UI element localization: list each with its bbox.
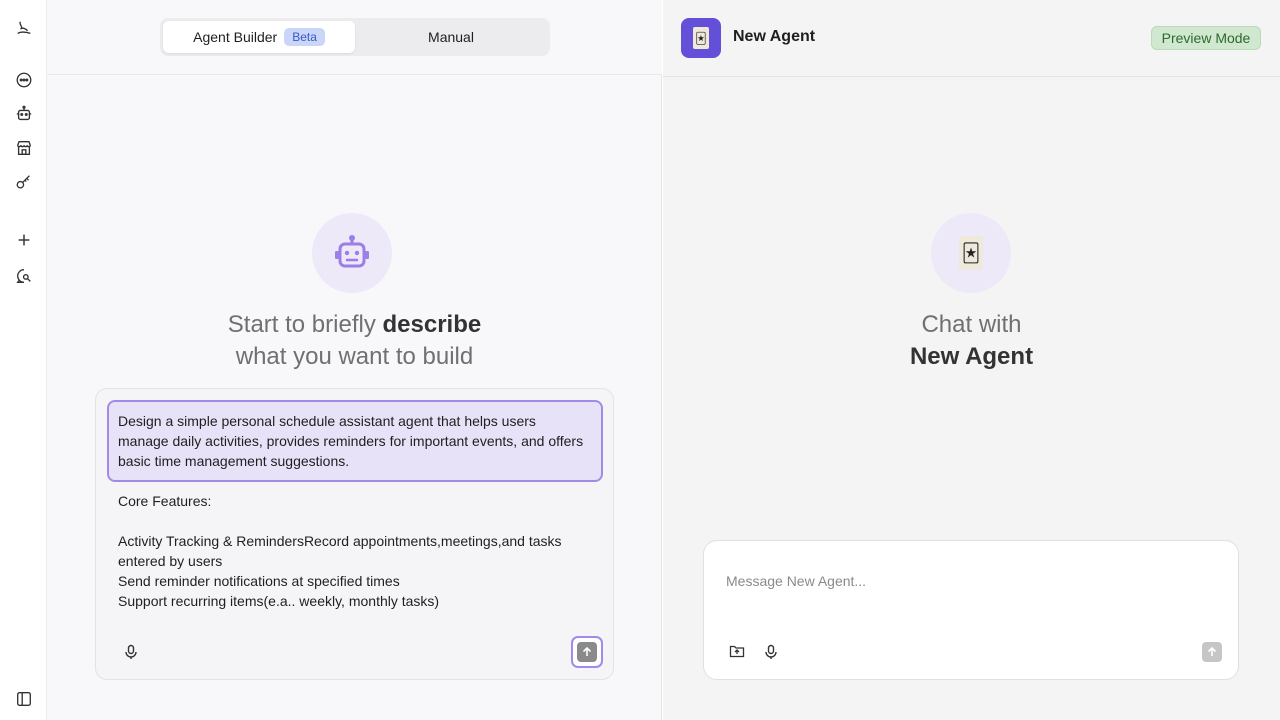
beta-badge: Beta <box>284 28 325 46</box>
prompt-line-1: Activity Tracking & RemindersRecord appo… <box>118 533 562 569</box>
message-box[interactable]: Message New Agent... <box>703 540 1239 680</box>
microphone-icon[interactable] <box>120 641 142 663</box>
panel-toggle-icon[interactable] <box>11 686 37 712</box>
agent-hero-name: New Agent <box>909 343 1034 370</box>
submit-button[interactable] <box>571 636 603 668</box>
prompt-composer[interactable]: Design a simple personal schedule assist… <box>95 388 614 680</box>
tab-manual-label: Manual <box>428 29 474 45</box>
agent-name: New Agent <box>733 28 816 45</box>
agent-builder-panel: Agent Builder Beta Manual Start to brief… <box>47 0 662 720</box>
sidebar <box>0 0 47 720</box>
hero-line-1-prefix: Start to briefly <box>227 311 383 338</box>
agent-hero-avatar: 🃏 <box>931 213 1011 293</box>
preview-mode-badge: Preview Mode <box>1151 26 1261 50</box>
tab-manual[interactable]: Manual <box>355 21 547 53</box>
tab-agent-builder-label: Agent Builder <box>193 29 278 45</box>
joker-card-icon: 🃏 <box>693 27 709 49</box>
microphone-icon[interactable] <box>760 641 782 663</box>
robot-avatar <box>312 213 392 293</box>
builder-hero-text: Start to briefly describe what you want … <box>47 309 662 373</box>
hero-line-2: what you want to build <box>235 343 474 370</box>
prompt-heading: Core Features: <box>118 493 212 509</box>
key-icon[interactable] <box>11 169 37 195</box>
logo-icon[interactable] <box>11 15 37 41</box>
preview-hero-text: Chat with New Agent <box>663 309 1280 373</box>
arrow-up-icon <box>1207 646 1217 656</box>
hero-line-1-bold: describe <box>382 311 482 338</box>
prompt-line-2: Send reminder notifications at specified… <box>118 573 400 589</box>
preview-panel: 🃏 New Agent Preview Mode 🃏 Chat with New… <box>663 0 1280 720</box>
prompt-highlighted-text: Design a simple personal schedule assist… <box>118 413 584 469</box>
tab-agent-builder[interactable]: Agent Builder Beta <box>163 21 355 53</box>
preview-header: 🃏 New Agent Preview Mode <box>663 0 1280 77</box>
search-chat-icon[interactable] <box>11 263 37 289</box>
chat-with-label: Chat with <box>921 311 1022 338</box>
folder-upload-icon[interactable] <box>726 640 748 662</box>
hero-line-1: Start to briefly describe <box>47 309 662 341</box>
store-icon[interactable] <box>11 135 37 161</box>
robot-icon <box>335 235 369 268</box>
plus-icon[interactable] <box>11 227 37 253</box>
send-button[interactable] <box>1202 642 1222 662</box>
arrow-up-icon <box>577 642 597 662</box>
agent-avatar: 🃏 <box>681 18 721 58</box>
message-input[interactable]: Message New Agent... <box>726 573 866 589</box>
joker-card-icon: 🃏 <box>959 236 983 270</box>
chat-icon[interactable] <box>11 67 37 93</box>
builder-header: Agent Builder Beta Manual <box>47 0 662 75</box>
prompt-line-3: Support recurring items(e.a.. weekly, mo… <box>118 593 440 609</box>
agent-icon[interactable] <box>11 101 37 127</box>
mode-toggle: Agent Builder Beta Manual <box>160 18 550 56</box>
